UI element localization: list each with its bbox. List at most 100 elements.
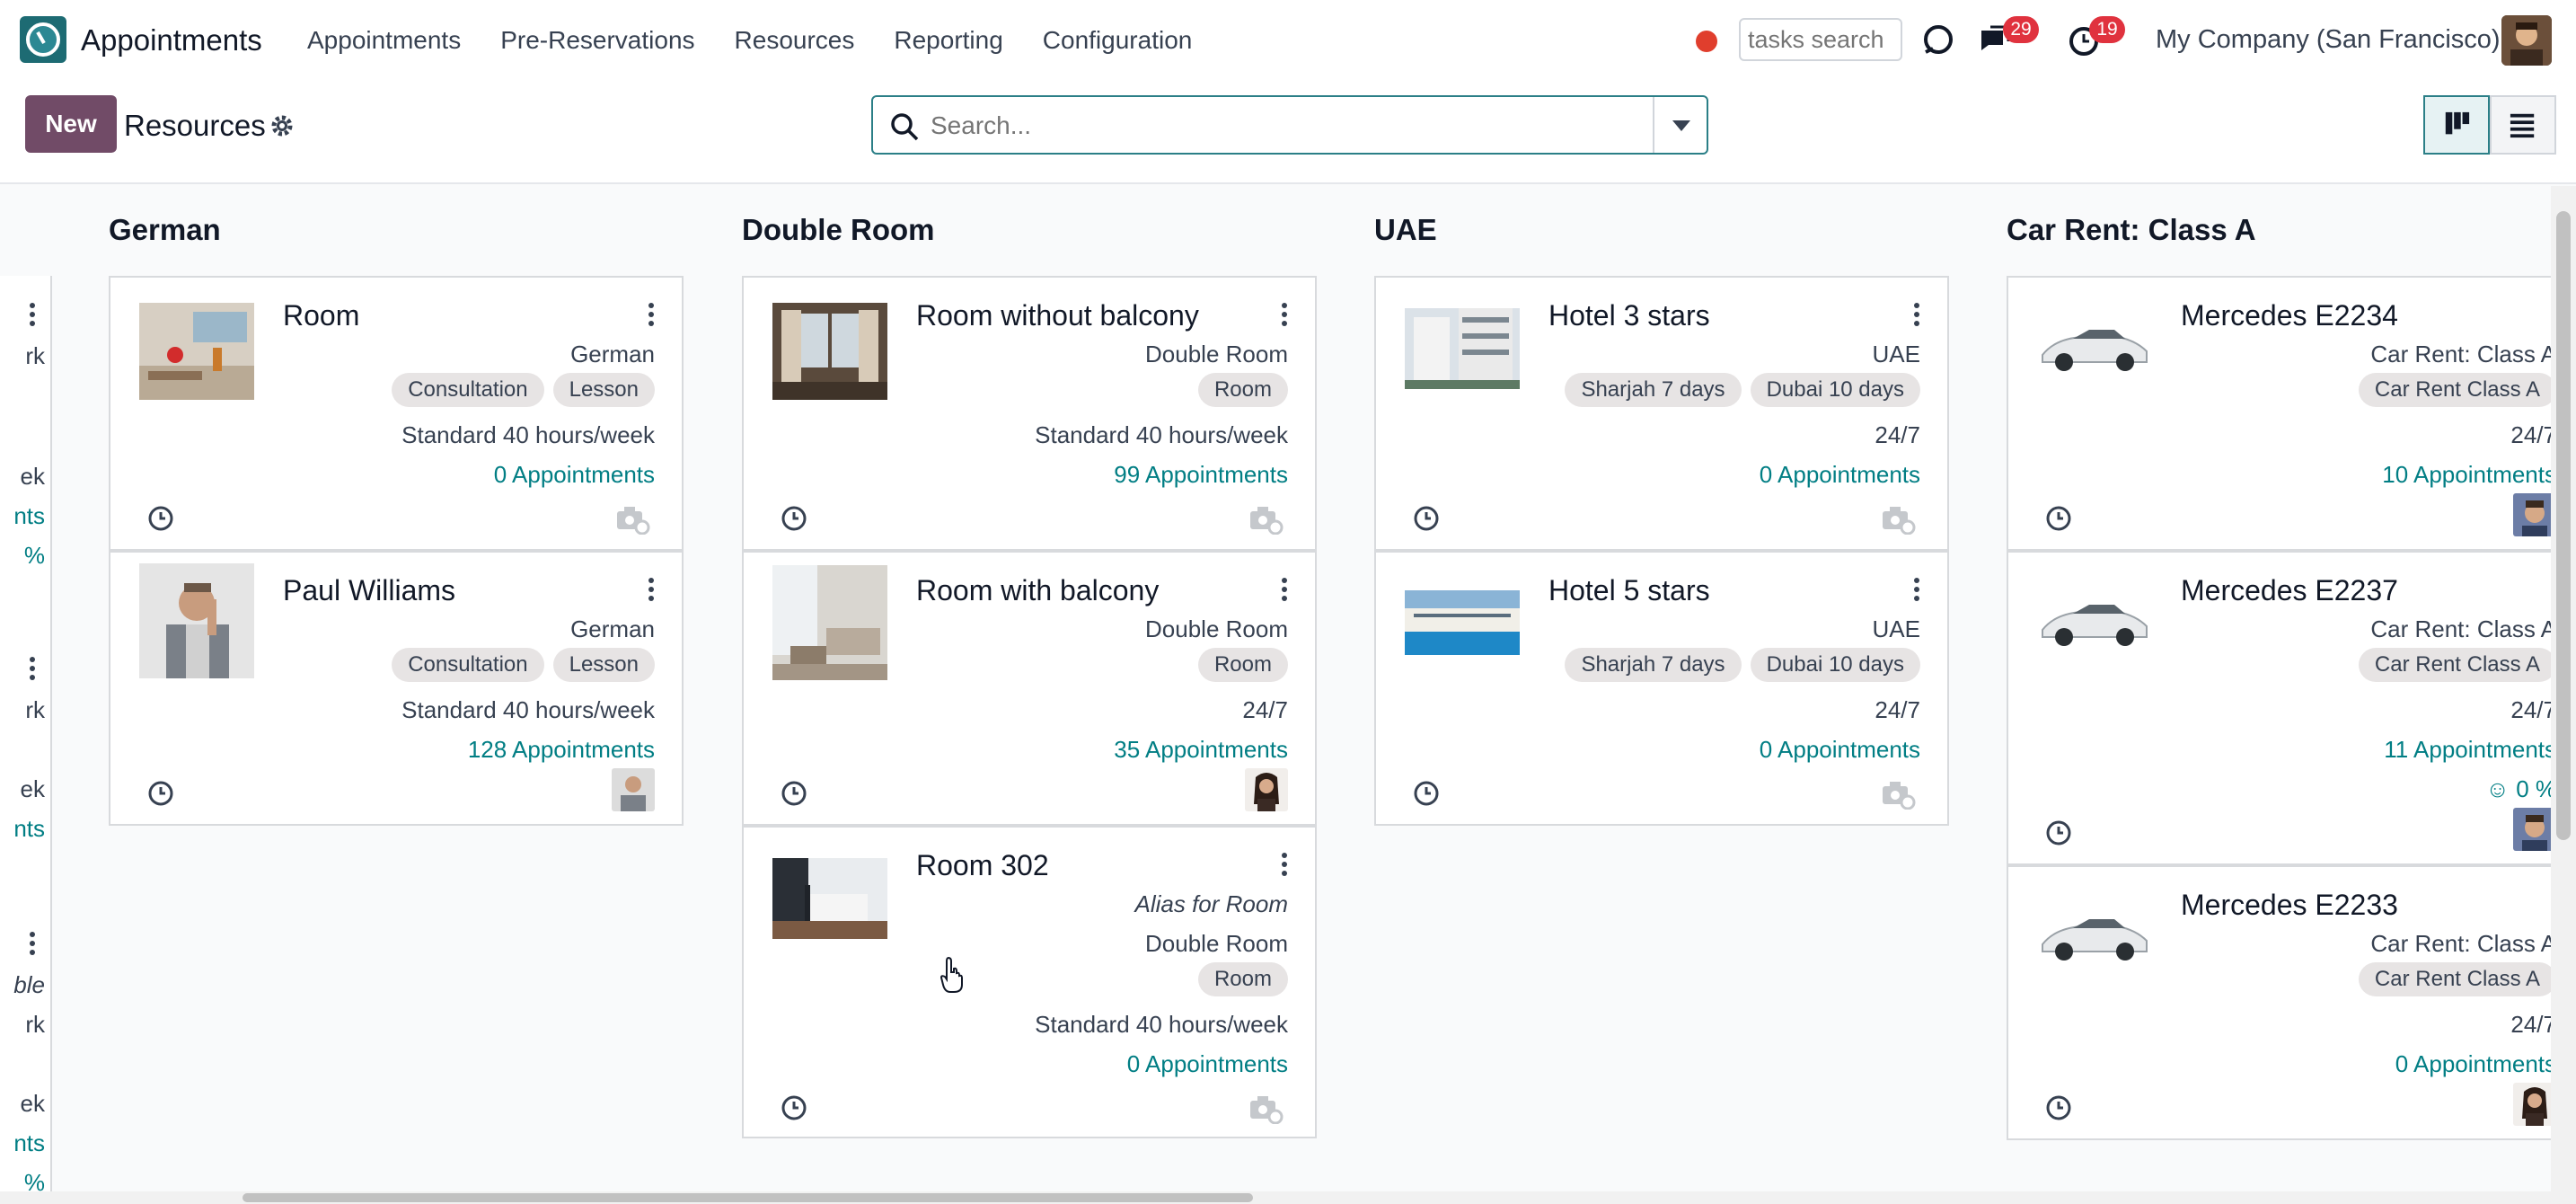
partial-text: rk [25, 696, 45, 723]
resource-card[interactable]: Room 302 Alias for Room Double Room Room… [742, 826, 1317, 1138]
resource-image [139, 303, 254, 400]
appointments-link[interactable]: 35 Appointments [1114, 736, 1288, 764]
clock-icon[interactable] [2044, 819, 2073, 847]
top-navbar: Appointments Appointments Pre-Reservatio… [0, 0, 2576, 81]
clock-icon[interactable] [2044, 504, 2073, 533]
resource-image [2037, 315, 2152, 380]
appointments-link[interactable]: 0 Appointments [1760, 736, 1920, 764]
kebab-menu-icon[interactable] [648, 303, 655, 326]
resource-card[interactable]: Mercedes E2237 Car Rent: Class A Car Ren… [2007, 551, 2551, 865]
resource-card[interactable]: Room without balcony Double Room Room St… [742, 276, 1317, 551]
resource-card[interactable]: Paul Williams German Consultation Lesson… [109, 551, 684, 826]
column-title-double-room[interactable]: Double Room [742, 213, 934, 247]
clock-icon[interactable] [780, 779, 808, 808]
company-switcher[interactable]: My Company (San Francisco) [2156, 25, 2501, 55]
resource-group: German [570, 341, 655, 367]
resource-card[interactable]: Mercedes E2234 Car Rent: Class A Car Ren… [2007, 276, 2551, 551]
kebab-menu-icon[interactable] [1913, 578, 1920, 601]
user-avatar[interactable] [2513, 808, 2551, 851]
working-schedule: Standard 40 hours/week [1035, 1011, 1288, 1038]
list-view-button[interactable] [2490, 95, 2556, 155]
resource-group: Double Room [1145, 615, 1288, 642]
resource-card[interactable]: Hotel 3 stars UAE Sharjah 7 days Dubai 1… [1374, 276, 1949, 551]
kebab-menu-icon[interactable] [1913, 303, 1920, 326]
appointments-app-icon[interactable] [20, 16, 66, 63]
column-title-uae[interactable]: UAE [1374, 213, 1437, 247]
resource-image [1405, 590, 1520, 655]
user-avatar[interactable] [2513, 493, 2551, 536]
menu-pre-reservations[interactable]: Pre-Reservations [500, 26, 694, 55]
app-name[interactable]: Appointments [81, 23, 262, 58]
partial-text: ble [13, 971, 45, 998]
recording-indicator-icon[interactable] [1696, 31, 1717, 52]
resource-name: Mercedes E2234 [2181, 299, 2398, 332]
appointments-link[interactable]: 0 Appointments [1127, 1050, 1288, 1078]
clock-icon[interactable] [1412, 779, 1441, 808]
resource-card[interactable]: Hotel 5 stars UAE Sharjah 7 days Dubai 1… [1374, 551, 1949, 826]
clock-icon[interactable] [1412, 504, 1441, 533]
menu-reporting[interactable]: Reporting [894, 26, 1002, 55]
clock-icon[interactable] [780, 504, 808, 533]
user-avatar[interactable] [612, 768, 655, 811]
appointments-link[interactable]: 0 Appointments [494, 461, 655, 489]
new-button[interactable]: New [25, 95, 117, 153]
user-avatar[interactable] [1245, 768, 1288, 811]
resource-name: Room 302 [916, 849, 1049, 881]
kebab-menu-icon[interactable] [29, 932, 36, 955]
clock-icon[interactable] [146, 504, 175, 533]
resource-group: Car Rent: Class A [2370, 615, 2551, 642]
horizontal-scrollbar[interactable] [0, 1191, 2551, 1204]
tasks-search-input[interactable] [1739, 18, 1902, 61]
appointments-link[interactable]: 0 Appointments [2395, 1050, 2551, 1078]
kebab-menu-icon[interactable] [29, 657, 36, 680]
resource-card[interactable]: Room with balcony Double Room Room 24/7 … [742, 551, 1317, 826]
scrollbar-thumb[interactable] [2556, 211, 2571, 840]
camera-placeholder-icon [617, 507, 650, 535]
menu-resources[interactable]: Resources [735, 26, 855, 55]
resource-name: Room [283, 299, 360, 332]
resource-card[interactable]: Room German Consultation Lesson Standard… [109, 276, 684, 551]
working-schedule: 24/7 [2510, 421, 2551, 448]
working-schedule: 24/7 [1875, 696, 1920, 723]
kebab-menu-icon[interactable] [648, 578, 655, 601]
appointments-link[interactable]: 128 Appointments [468, 736, 655, 764]
partial-link[interactable]: nts [13, 815, 45, 843]
user-avatar[interactable] [2501, 15, 2552, 66]
appointments-link[interactable]: 99 Appointments [1114, 461, 1288, 489]
partial-text: ek [20, 775, 45, 802]
user-avatar[interactable] [2513, 1083, 2551, 1126]
clock-icon[interactable] [2044, 1093, 2073, 1122]
scrollbar-thumb[interactable] [243, 1193, 1253, 1202]
appointments-link[interactable]: 10 Appointments [2382, 461, 2551, 489]
tag-list: Consultation Lesson [392, 648, 655, 682]
column-title-car-rent[interactable]: Car Rent: Class A [2007, 213, 2256, 247]
partial-link[interactable]: nts [13, 502, 45, 530]
vertical-scrollbar[interactable] [2551, 186, 2576, 1204]
working-schedule: 24/7 [1242, 696, 1288, 723]
kanban-view-button[interactable] [2423, 95, 2490, 155]
gear-icon[interactable] [269, 113, 295, 138]
kebab-menu-icon[interactable] [1281, 578, 1288, 601]
kebab-menu-icon[interactable] [1281, 853, 1288, 876]
tag: Car Rent Class A [2358, 373, 2551, 407]
clock-icon[interactable] [146, 779, 175, 808]
menu-appointments[interactable]: Appointments [307, 26, 461, 55]
resource-card[interactable]: Mercedes E2233 Car Rent: Class A Car Ren… [2007, 865, 2551, 1140]
appointments-link[interactable]: 0 Appointments [1760, 461, 1920, 489]
resource-group: German [570, 615, 655, 642]
partial-link[interactable]: nts [13, 1129, 45, 1157]
search-input[interactable] [931, 106, 1613, 146]
appointments-link[interactable]: 11 Appointments [2384, 736, 2551, 764]
kebab-menu-icon[interactable] [1281, 303, 1288, 326]
tag-list: Sharjah 7 days Dubai 10 days [1565, 373, 1920, 407]
kebab-menu-icon[interactable] [29, 303, 36, 326]
resource-image [2037, 590, 2152, 655]
partial-link[interactable]: % [24, 542, 45, 570]
menu-configuration[interactable]: Configuration [1043, 26, 1193, 55]
tag: Room [1197, 373, 1288, 407]
clock-icon[interactable] [780, 1093, 808, 1122]
column-title-german[interactable]: German [109, 213, 221, 247]
search-options-toggle[interactable] [1653, 97, 1707, 153]
resource-group: Car Rent: Class A [2370, 341, 2551, 367]
refresh-sync-icon[interactable] [1920, 22, 1956, 58]
